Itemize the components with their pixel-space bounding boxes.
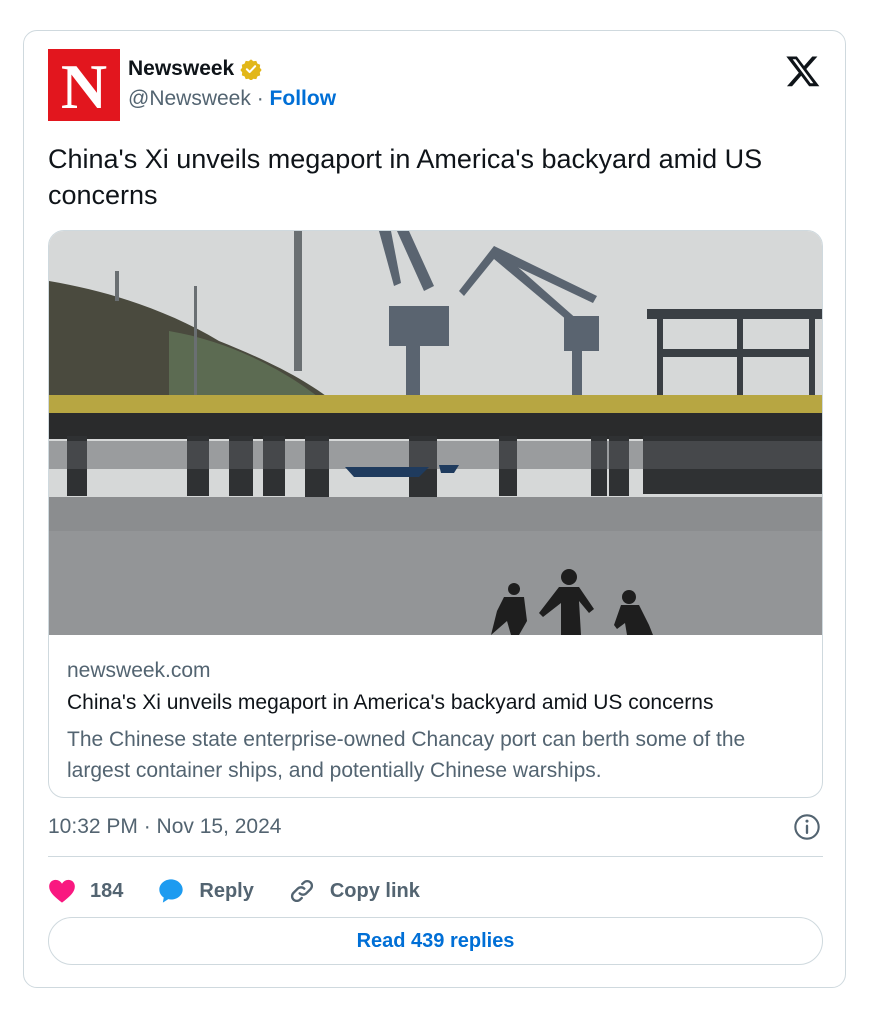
handle-separator: · bbox=[256, 87, 264, 110]
copy-link-button[interactable]: Copy link bbox=[288, 877, 420, 905]
reply-label: Reply bbox=[199, 879, 254, 902]
info-icon[interactable] bbox=[793, 813, 821, 841]
logo-letter: N bbox=[60, 51, 108, 122]
author-handle[interactable]: @Newsweek bbox=[128, 87, 251, 110]
tweet-text: China's Xi unveils megaport in America's… bbox=[48, 144, 763, 210]
action-bar: 184 Reply Copy link bbox=[48, 873, 454, 909]
reply-button[interactable]: Reply bbox=[157, 877, 254, 905]
reply-bubble-icon bbox=[159, 879, 184, 903]
like-count: 184 bbox=[90, 879, 124, 902]
link-preview-card[interactable]: newsweek.com China's Xi unveils megaport… bbox=[48, 230, 823, 798]
heart-icon bbox=[49, 879, 75, 903]
tweet-card: N Newsweek @Newsweek · Follow China's Xi… bbox=[23, 30, 846, 988]
like-button[interactable]: 184 bbox=[48, 878, 123, 904]
newsweek-logo[interactable]: N bbox=[48, 49, 120, 121]
tweet-timestamp[interactable]: 10:32 PM · Nov 15, 2024 bbox=[48, 815, 281, 839]
article-photo bbox=[49, 231, 822, 635]
preview-domain: newsweek.com bbox=[67, 659, 211, 682]
author-block: Newsweek @Newsweek · Follow bbox=[128, 57, 336, 111]
author-name[interactable]: Newsweek bbox=[128, 57, 234, 81]
verified-badge-icon bbox=[240, 59, 262, 80]
preview-description: The Chinese state enterprise-owned Chanc… bbox=[67, 728, 746, 782]
x-logo-icon[interactable] bbox=[785, 53, 821, 89]
copy-link-label: Copy link bbox=[329, 879, 420, 902]
link-icon bbox=[290, 879, 313, 903]
preview-title: China's Xi unveils megaport in America's… bbox=[67, 691, 714, 714]
follow-button[interactable]: Follow bbox=[270, 87, 337, 110]
read-replies-button[interactable]: Read 439 replies bbox=[48, 917, 823, 965]
divider bbox=[48, 856, 823, 857]
